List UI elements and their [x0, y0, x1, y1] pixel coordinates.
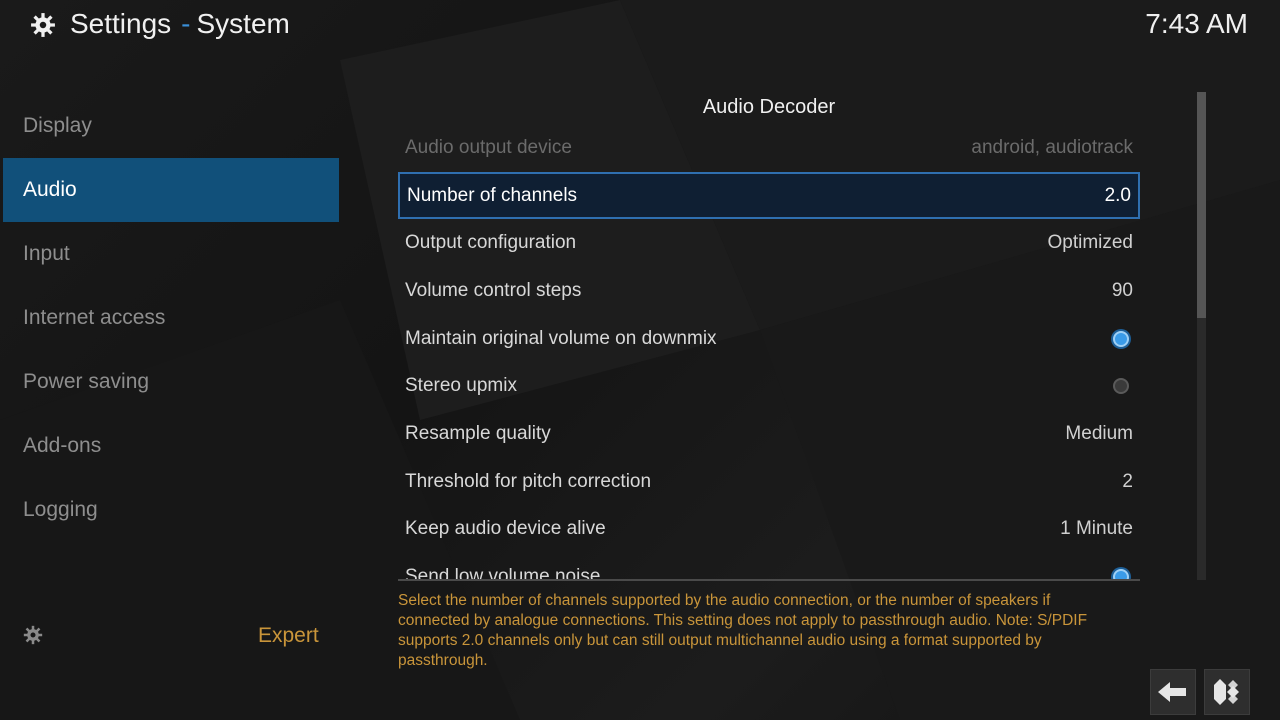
setting-label: Output configuration: [405, 232, 577, 254]
setting-resample-quality[interactable]: Resample quality Medium: [398, 410, 1140, 458]
title-section: System: [196, 8, 290, 39]
setting-description: Select the number of channels supported …: [398, 592, 1088, 669]
setting-number-of-channels[interactable]: Number of channels 2.0: [398, 171, 1140, 220]
section-title: Audio Decoder: [702, 96, 836, 118]
setting-label: Volume control steps: [405, 279, 582, 301]
setting-label: Audio output device: [405, 136, 572, 158]
clock: 7:43 AM: [1145, 8, 1248, 39]
gear-icon: [31, 13, 55, 37]
sidebar: Display Audio Input Internet access Powe…: [0, 94, 340, 542]
setting-maintain-original-volume[interactable]: Maintain original volume on downmix: [398, 315, 1140, 363]
back-arrow-icon: [1158, 682, 1186, 702]
setting-keep-audio-device-alive[interactable]: Keep audio device alive 1 Minute: [398, 506, 1140, 554]
sidebar-item-logging[interactable]: Logging: [0, 478, 340, 542]
settings-screen: Settings - System 7:43 AM Display Audio In…: [0, 0, 1280, 720]
home-button[interactable]: [1204, 669, 1250, 715]
back-button[interactable]: [1150, 669, 1196, 715]
toggle-on-icon[interactable]: [1113, 330, 1129, 347]
setting-stereo-upmix[interactable]: Stereo upmix: [398, 362, 1140, 410]
title-separator: -: [181, 8, 191, 39]
setting-value: 90: [1111, 279, 1133, 301]
scrollbar[interactable]: [1197, 92, 1206, 580]
setting-label: Keep audio device alive: [405, 518, 606, 540]
sidebar-item-power-saving[interactable]: Power saving: [0, 350, 340, 414]
title-main: Settings: [70, 8, 172, 39]
scrollbar-thumb[interactable]: [1197, 92, 1206, 318]
sidebar-item-internet-access[interactable]: Internet access: [0, 286, 340, 350]
setting-threshold-pitch-correction[interactable]: Threshold for pitch correction 2: [398, 458, 1140, 506]
settings-level-button[interactable]: Expert: [258, 624, 319, 648]
settings-list: Audio output device android, audiotrack …: [398, 124, 1140, 580]
sidebar-item-display[interactable]: Display: [0, 94, 340, 158]
setting-label: Number of channels: [407, 184, 578, 206]
sidebar-item-input[interactable]: Input: [0, 222, 340, 286]
list-divider: [398, 579, 1140, 581]
setting-value: Optimized: [1047, 232, 1133, 254]
page-title: Settings - System: [70, 8, 290, 40]
setting-label: Stereo upmix: [405, 375, 517, 397]
setting-value: 2.0: [1104, 184, 1131, 206]
kodi-logo-icon: [1214, 679, 1239, 705]
setting-volume-control-steps[interactable]: Volume control steps 90: [398, 267, 1140, 315]
setting-label: Maintain original volume on downmix: [405, 327, 717, 349]
sidebar-item-audio[interactable]: Audio: [3, 158, 339, 222]
setting-label: Threshold for pitch correction: [405, 470, 652, 492]
setting-label: Send low volume noise: [405, 566, 601, 580]
sidebar-item-add-ons[interactable]: Add-ons: [0, 414, 340, 478]
setting-label: Resample quality: [405, 422, 551, 444]
setting-output-configuration[interactable]: Output configuration Optimized: [398, 219, 1140, 267]
settings-level-gear-icon[interactable]: [23, 625, 43, 645]
setting-audio-output-device: Audio output device android, audiotrack: [398, 124, 1140, 172]
setting-value: Medium: [1065, 422, 1133, 444]
setting-send-low-volume-noise[interactable]: Send low volume noise: [398, 553, 1140, 580]
setting-value: 1 Minute: [1060, 518, 1133, 540]
setting-value: android, audiotrack: [971, 136, 1133, 158]
toggle-off-icon[interactable]: [1113, 378, 1129, 395]
setting-value: 2: [1122, 470, 1133, 492]
